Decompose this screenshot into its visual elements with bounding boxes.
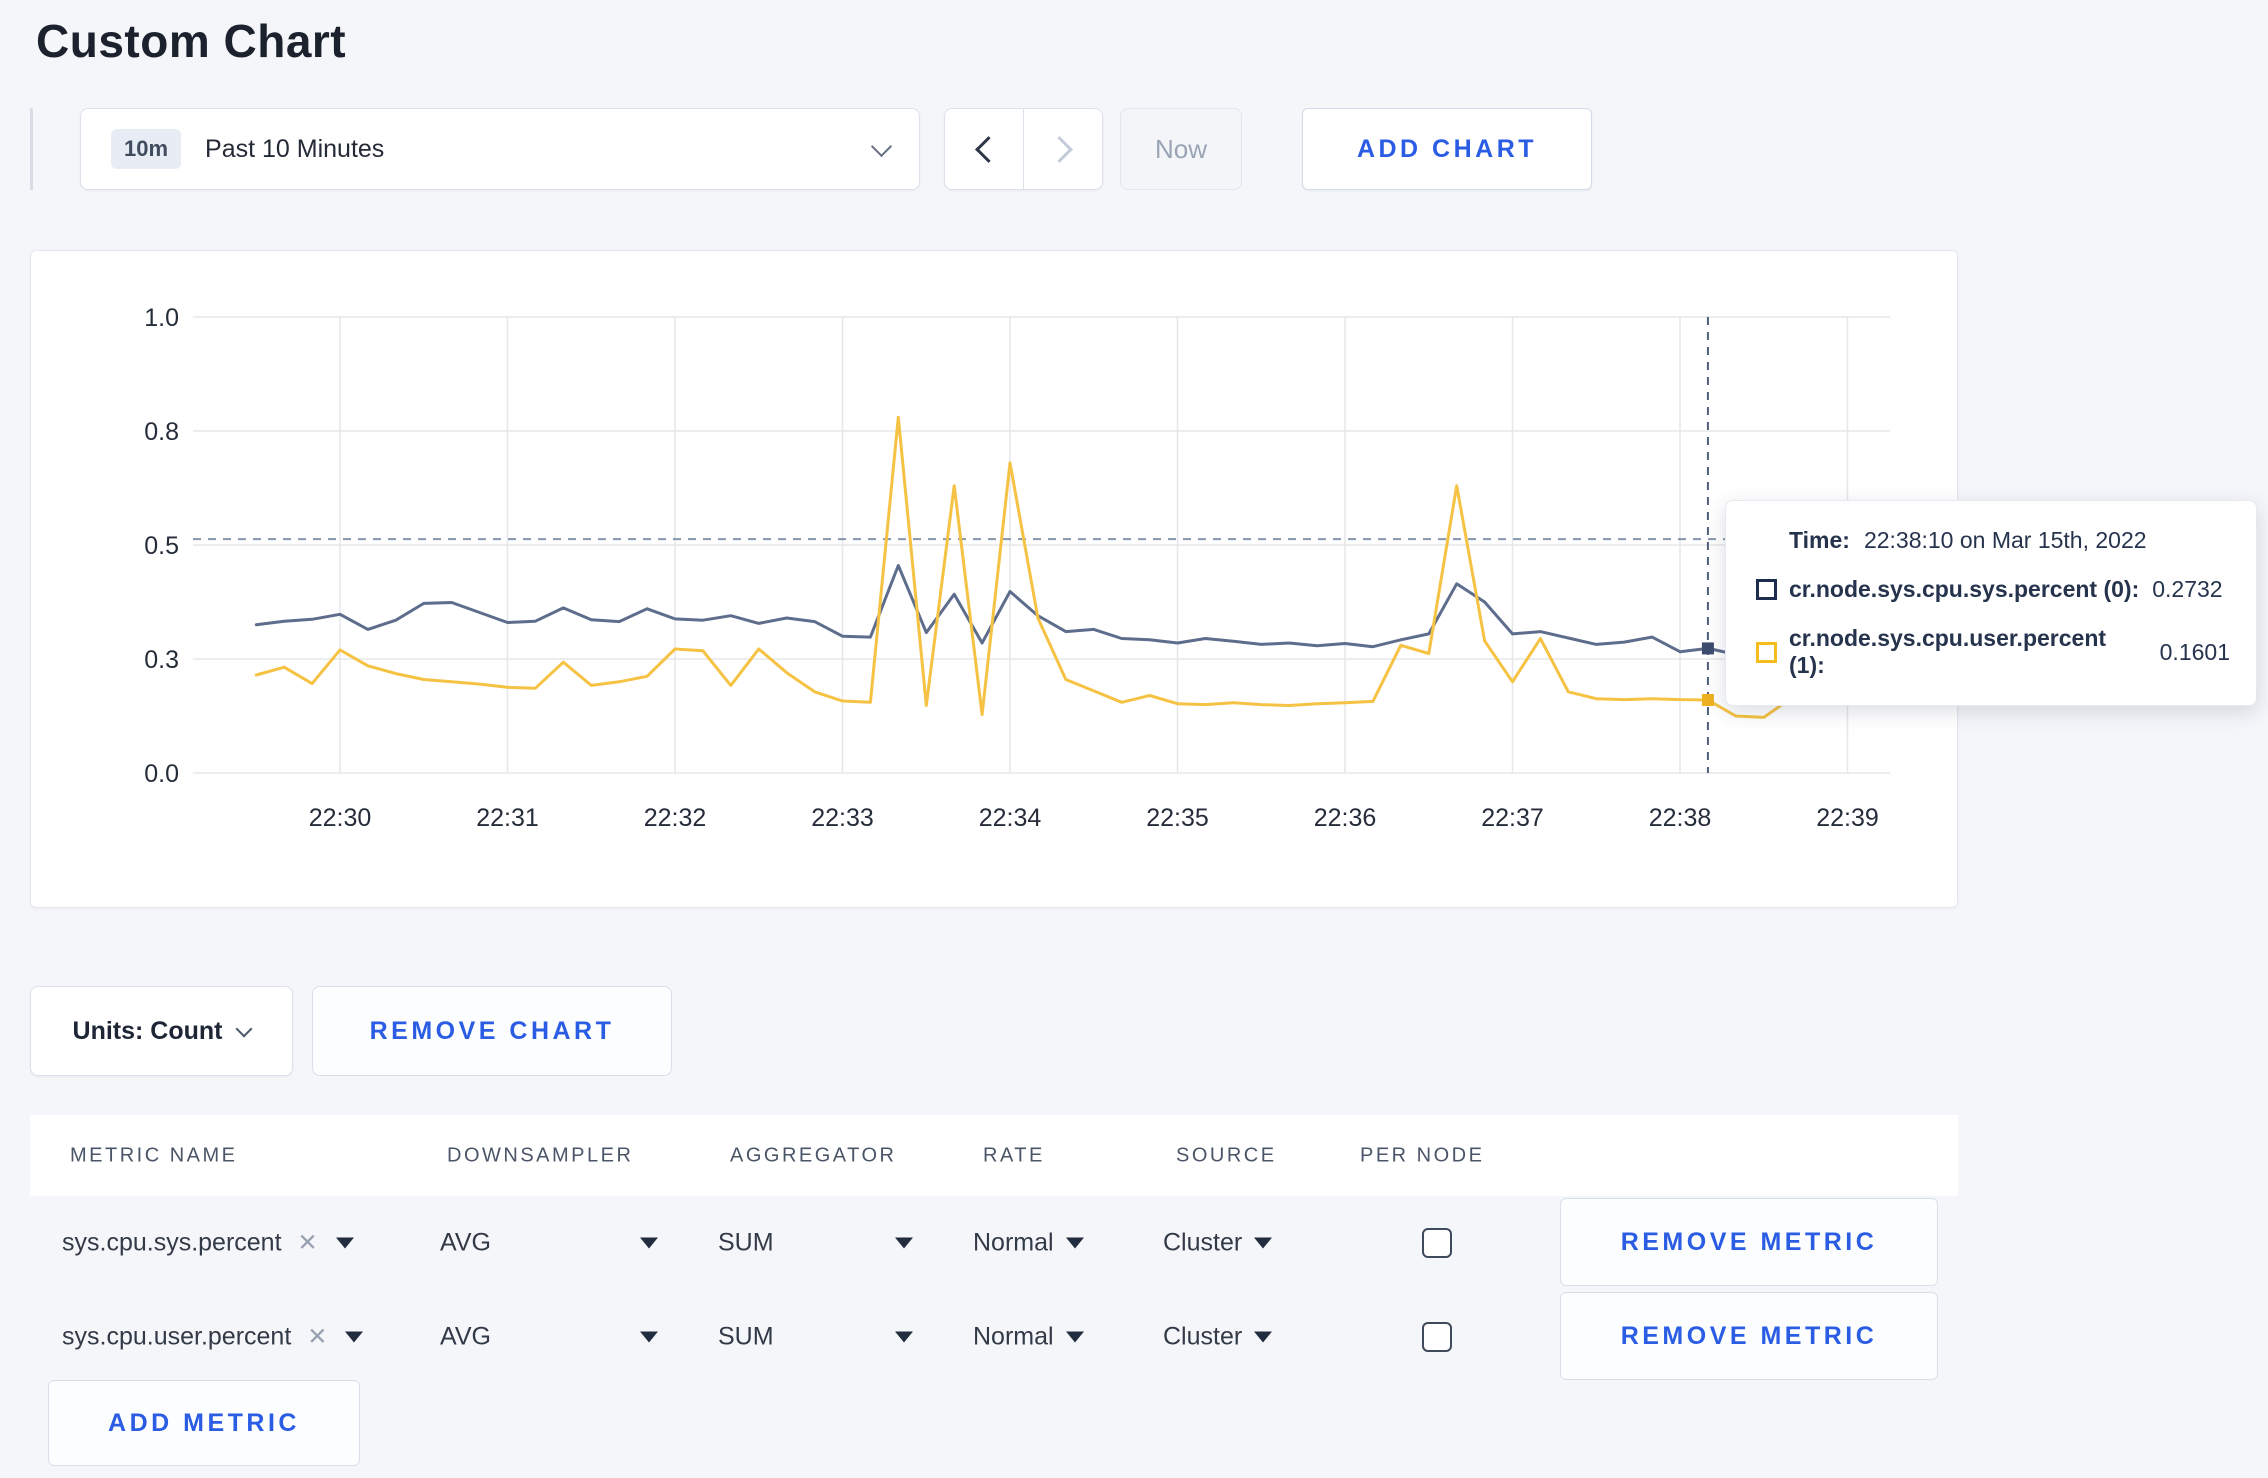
col-header-aggregator: AGGREGATOR — [730, 1144, 897, 1166]
x-tick-label: 22:38 — [1649, 804, 1712, 832]
source-value: Cluster — [1163, 1322, 1243, 1351]
tooltip-series-row: cr.node.sys.cpu.user.percent (1): 0.1601 — [1756, 625, 2230, 679]
metric-name-cell[interactable]: sys.cpu.sys.percent ✕ — [62, 1229, 354, 1258]
caret-down-icon — [1254, 1331, 1273, 1343]
time-range-label: Past 10 Minutes — [205, 134, 385, 163]
series-line-0 — [254, 564, 1877, 656]
caret-down-icon — [335, 1237, 354, 1249]
chevron-right-icon — [1045, 135, 1073, 163]
downsampler-select[interactable]: AVG — [440, 1323, 658, 1352]
time-range-badge: 10m — [111, 129, 182, 169]
add-chart-button[interactable]: ADD CHART — [1302, 108, 1592, 190]
per-node-checkbox[interactable] — [1422, 1322, 1452, 1352]
tooltip-time-row: Time: 22:38:10 on Mar 15th, 2022 — [1789, 527, 2230, 554]
units-label: Units: Count — [72, 1016, 223, 1045]
metric-name-text: sys.cpu.sys.percent — [62, 1228, 282, 1257]
x-tick-label: 22:37 — [1481, 804, 1544, 832]
rate-value: Normal — [973, 1228, 1054, 1257]
timeseries-chart[interactable]: 0.0 0.3 0.5 0.8 1.0 22:30 22:31 22:32 22:33 22:34… — [31, 251, 1959, 909]
sys-series-swatch-icon — [1756, 579, 1777, 600]
x-tick-label: 22:35 — [1146, 804, 1209, 832]
col-header-source: SOURCE — [1176, 1144, 1277, 1166]
chart-card: 0.0 0.3 0.5 0.8 1.0 22:30 22:31 22:32 22:33 22:34… — [30, 250, 1958, 908]
x-tick-label: 22:31 — [476, 804, 539, 832]
col-header-metric-name: METRIC NAME — [70, 1144, 238, 1166]
caret-down-icon — [640, 1331, 658, 1343]
caret-down-icon — [1254, 1237, 1273, 1249]
downsampler-value: AVG — [440, 1228, 491, 1257]
next-time-button[interactable] — [1023, 109, 1102, 189]
tooltip-series-row: cr.node.sys.cpu.sys.percent (0): 0.2732 — [1756, 576, 2230, 603]
user-series-swatch-icon — [1756, 641, 1777, 663]
x-tick-label: 22:32 — [644, 804, 707, 832]
source-select[interactable]: Cluster — [1163, 1322, 1273, 1352]
time-step-buttons — [944, 108, 1103, 190]
tooltip-time-value: 22:38:10 on Mar 15th, 2022 — [1863, 527, 2147, 553]
prev-time-button[interactable] — [945, 109, 1023, 189]
clear-metric-icon[interactable]: ✕ — [307, 1323, 327, 1352]
y-tick-label: 0.0 — [144, 760, 179, 788]
col-header-rate: RATE — [983, 1144, 1045, 1166]
caret-down-icon — [895, 1331, 913, 1343]
hover-point-1 — [1701, 693, 1714, 706]
rate-select[interactable]: Normal — [973, 1229, 1084, 1258]
y-tick-label: 0.3 — [144, 646, 179, 674]
caret-down-icon — [640, 1237, 658, 1249]
custom-chart-page: Custom Chart 10m Past 10 Minutes Now ADD… — [0, 0, 2268, 1478]
source-value: Cluster — [1163, 1228, 1243, 1257]
x-tick-label: 22:36 — [1314, 804, 1377, 832]
source-select[interactable]: Cluster — [1163, 1228, 1273, 1258]
clear-metric-icon[interactable]: ✕ — [298, 1229, 318, 1258]
chevron-left-icon — [974, 135, 1002, 163]
per-node-checkbox[interactable] — [1422, 1228, 1452, 1258]
downsampler-select[interactable]: AVG — [440, 1229, 658, 1258]
rate-select[interactable]: Normal — [973, 1323, 1084, 1352]
caret-down-icon — [1065, 1237, 1084, 1249]
metric-row: sys.cpu.user.percent ✕ AVG SUM Normal Cl… — [30, 1290, 1958, 1384]
y-tick-label: 0.5 — [144, 532, 179, 560]
aggregator-value: SUM — [718, 1322, 774, 1351]
remove-metric-button[interactable]: REMOVE METRIC — [1560, 1198, 1938, 1286]
chevron-down-icon — [235, 1020, 253, 1037]
col-header-downsampler: DOWNSAMPLER — [447, 1144, 634, 1166]
aggregator-value: SUM — [718, 1228, 774, 1257]
metric-name-cell[interactable]: sys.cpu.user.percent ✕ — [62, 1322, 364, 1352]
x-tick-label: 22:30 — [309, 804, 372, 832]
hover-point-0 — [1701, 642, 1714, 655]
x-tick-label: 22:33 — [811, 804, 874, 832]
metrics-table-header: METRIC NAME DOWNSAMPLER AGGREGATOR RATE … — [30, 1115, 1958, 1196]
metric-row: sys.cpu.sys.percent ✕ AVG SUM Normal Clu… — [30, 1196, 1958, 1290]
x-tick-label: 22:34 — [979, 804, 1042, 832]
time-range-dropdown[interactable]: 10m Past 10 Minutes — [80, 108, 920, 190]
tooltip-series-value: 0.1601 — [2159, 638, 2230, 665]
remove-chart-button[interactable]: REMOVE CHART — [312, 986, 672, 1076]
series-line-1 — [254, 415, 1877, 719]
chevron-down-icon — [870, 135, 893, 157]
y-tick-label: 1.0 — [144, 304, 179, 332]
aggregator-select[interactable]: SUM — [718, 1323, 913, 1352]
caret-down-icon — [1065, 1331, 1084, 1343]
downsampler-value: AVG — [440, 1322, 491, 1351]
caret-down-icon — [345, 1331, 364, 1343]
tooltip-series-name: cr.node.sys.cpu.user.percent (1): — [1789, 625, 2107, 678]
tooltip-time-label: Time: — [1789, 527, 1850, 553]
x-tick-label: 22:39 — [1816, 804, 1879, 832]
units-dropdown[interactable]: Units: Count — [30, 986, 293, 1076]
chart-tooltip: Time: 22:38:10 on Mar 15th, 2022 cr.node.… — [1725, 500, 2257, 706]
remove-metric-button[interactable]: REMOVE METRIC — [1560, 1292, 1938, 1380]
y-tick-label: 0.8 — [144, 418, 179, 446]
toolbar-accent-divider — [30, 108, 33, 190]
metric-name-text: sys.cpu.user.percent — [62, 1322, 292, 1351]
now-button[interactable]: Now — [1120, 108, 1242, 190]
aggregator-select[interactable]: SUM — [718, 1229, 913, 1258]
add-metric-button[interactable]: ADD METRIC — [48, 1380, 360, 1466]
tooltip-series-name: cr.node.sys.cpu.sys.percent (0): — [1789, 576, 2140, 602]
caret-down-icon — [895, 1237, 913, 1249]
tooltip-series-value: 0.2732 — [2152, 576, 2223, 602]
col-header-per-node: PER NODE — [1360, 1144, 1485, 1166]
rate-value: Normal — [973, 1322, 1054, 1351]
page-title: Custom Chart — [36, 15, 347, 67]
